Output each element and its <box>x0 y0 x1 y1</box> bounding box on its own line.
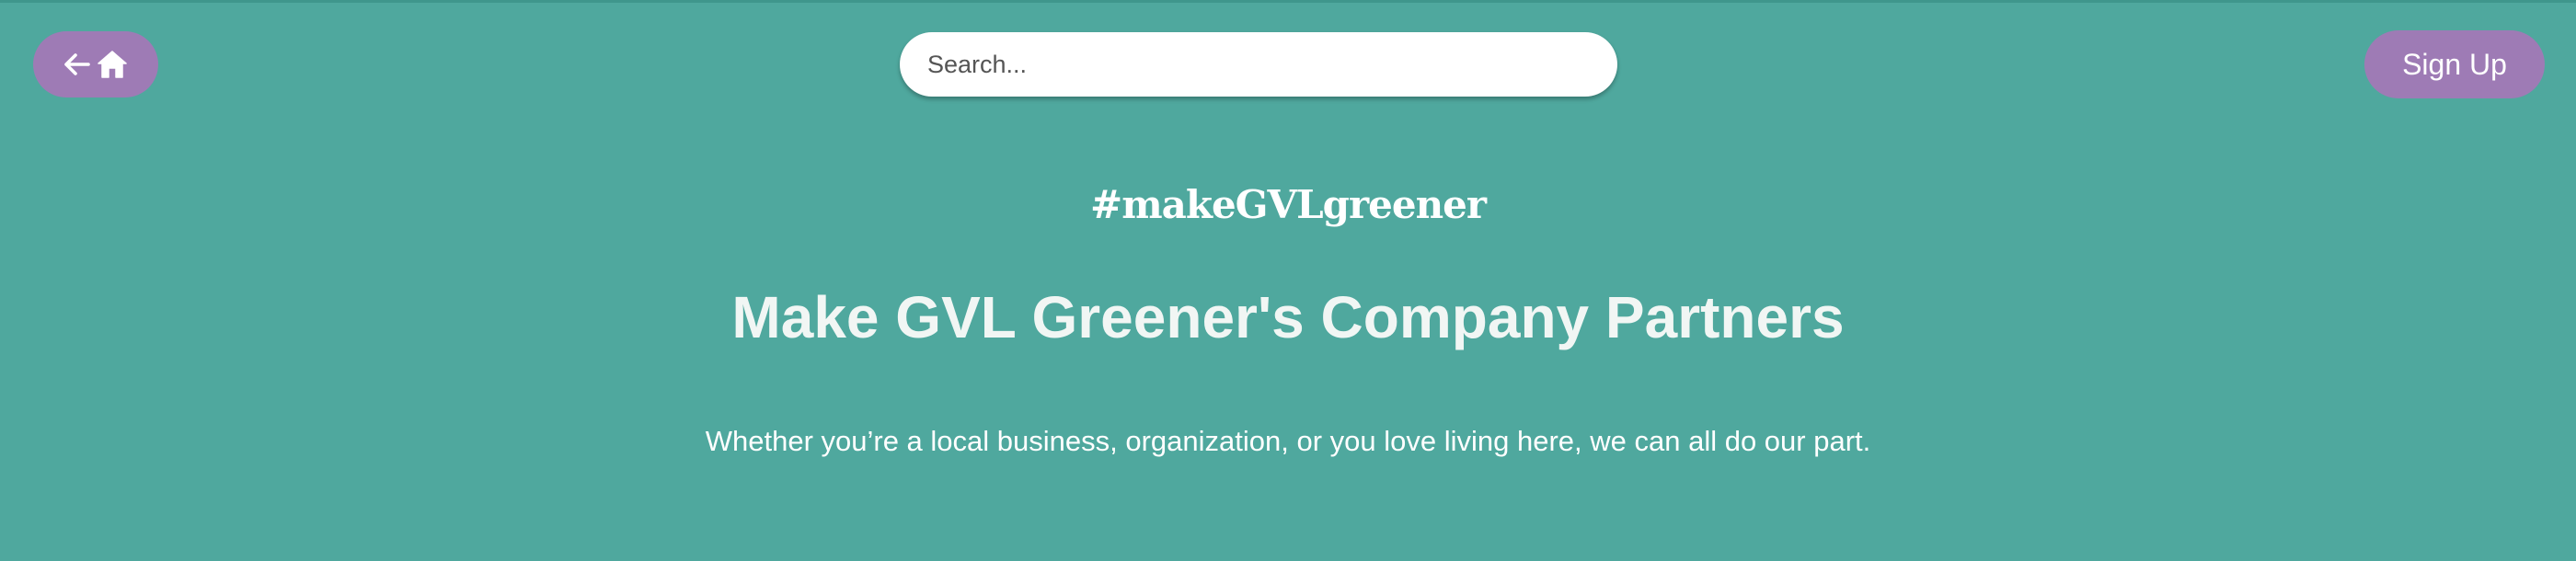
home-icon <box>97 50 128 79</box>
arrow-left-icon <box>63 52 91 76</box>
sign-up-button[interactable]: Sign Up <box>2364 30 2545 98</box>
top-border <box>0 0 2576 3</box>
intro-text: Whether you’re a local business, organiz… <box>705 425 1871 457</box>
home-button[interactable] <box>33 31 158 97</box>
search-input[interactable] <box>900 32 1617 97</box>
brand-hashtag: #makeGVLgreener <box>1090 182 1487 227</box>
search-bar <box>900 32 1617 97</box>
page-title: Make GVL Greener's Company Partners <box>731 284 1845 350</box>
